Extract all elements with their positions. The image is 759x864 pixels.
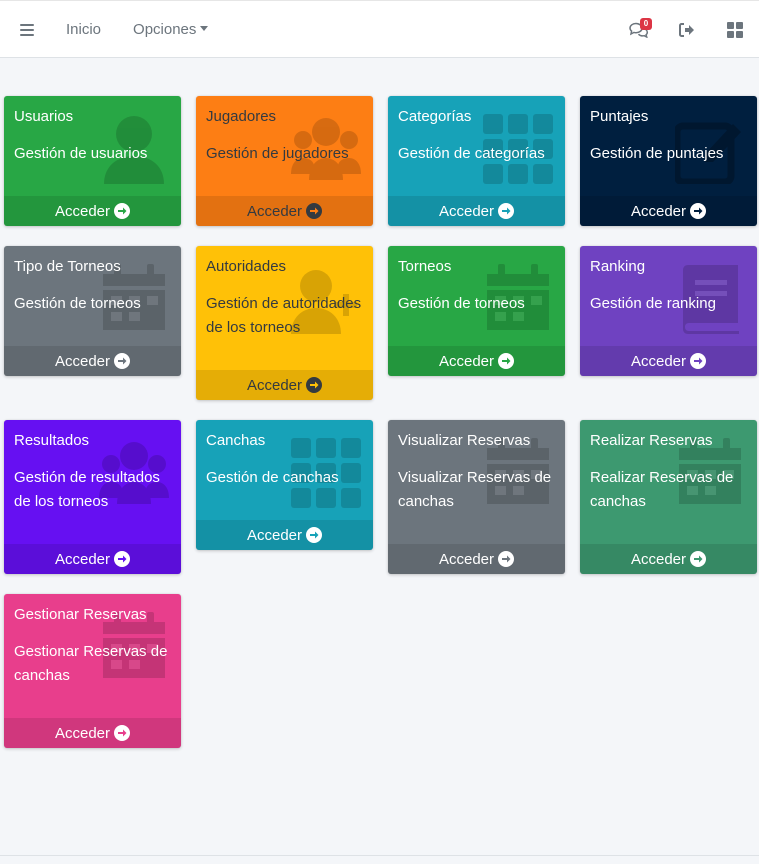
card-link-gestionar-reservas[interactable]: Acceder <box>4 718 181 748</box>
card-ranking: Ranking Gestión de ranking Acceder <box>580 246 757 376</box>
navbar-right: 0 <box>615 1 759 58</box>
arrow-circle-right-icon <box>306 203 323 219</box>
card-autoridades: Autoridades Gestión de autoridades de lo… <box>196 246 373 400</box>
card-description: Gestión de usuarios <box>14 145 148 162</box>
hamburger-icon <box>20 23 34 36</box>
apps-button[interactable] <box>711 1 759 58</box>
card-canchas: Canchas Gestión de canchas Acceder <box>196 420 373 550</box>
card-link-label: Acceder <box>54 352 111 370</box>
card-link-label: Acceder <box>246 202 303 220</box>
caret-down-icon <box>200 26 209 31</box>
card-title: Ranking <box>590 258 646 275</box>
card-link-label: Acceder <box>54 202 111 220</box>
card-link-label: Acceder <box>438 352 495 370</box>
card-description: Gestión de jugadores <box>206 145 349 162</box>
card-link-visualizar-reservas[interactable]: Acceder <box>388 544 565 574</box>
card-title: Jugadores <box>206 108 277 125</box>
card-description: Gestión de categorías <box>398 145 545 162</box>
card-tipo-de-torneos: Tipo de Torneos Gestión de torneos Acced… <box>4 246 181 376</box>
card-visualizar-reservas: Visualizar Reservas Visualizar Reservas … <box>388 420 565 574</box>
arrow-circle-right-icon <box>114 725 131 741</box>
card-resultados: Resultados Gestión de resultados de los … <box>4 420 181 574</box>
card-puntajes: Puntajes Gestión de puntajes Acceder <box>580 96 757 226</box>
card-torneos: Torneos Gestión de torneos Acceder <box>388 246 565 376</box>
card-title: Categorías <box>398 108 472 125</box>
card-description: Gestión de torneos <box>14 295 141 312</box>
navbar-left: Inicio Opciones <box>0 1 224 58</box>
card-description: Gestión de puntajes <box>590 145 724 162</box>
card-jugadores: Jugadores Gestión de jugadores Acceder <box>196 96 373 226</box>
card-description: Gestionar Reservas de canchas <box>14 643 168 684</box>
card-link-autoridades[interactable]: Acceder <box>196 370 373 400</box>
arrow-circle-right-icon <box>690 353 707 369</box>
card-description: Visualizar Reservas de canchas <box>398 469 552 510</box>
arrow-circle-right-icon <box>114 551 131 567</box>
arrow-circle-right-icon <box>498 551 515 567</box>
arrow-circle-right-icon <box>306 377 323 393</box>
card-description: Gestión de canchas <box>206 469 339 486</box>
nav-dropdown-opciones[interactable]: Opciones <box>117 1 224 58</box>
arrow-circle-right-icon <box>114 203 131 219</box>
arrow-circle-right-icon <box>114 353 131 369</box>
sidebar-toggle-button[interactable] <box>0 1 54 58</box>
card-usuarios: Usuarios Gestión de usuarios Acceder <box>4 96 181 226</box>
card-description: Gestión de autoridades de los torneos <box>206 295 362 336</box>
card-link-label: Acceder <box>438 202 495 220</box>
nav-dropdown-opciones-label: Opciones <box>133 21 197 38</box>
notification-badge: 0 <box>640 18 652 30</box>
card-link-label: Acceder <box>246 526 303 544</box>
card-description: Realizar Reservas de canchas <box>590 469 734 510</box>
card-link-torneos[interactable]: Acceder <box>388 346 565 376</box>
card-title: Torneos <box>398 258 452 275</box>
card-link-puntajes[interactable]: Acceder <box>580 196 757 226</box>
card-link-jugadores[interactable]: Acceder <box>196 196 373 226</box>
card-realizar-reservas: Realizar Reservas Realizar Reservas de c… <box>580 420 757 574</box>
card-link-label: Acceder <box>630 550 687 568</box>
card-description: Gestión de resultados de los torneos <box>14 469 160 510</box>
card-link-canchas[interactable]: Acceder <box>196 520 373 550</box>
card-description: Gestión de torneos <box>398 295 525 312</box>
card-link-label: Acceder <box>630 202 687 220</box>
card-title: Usuarios <box>14 108 74 125</box>
card-title: Canchas <box>206 432 266 449</box>
arrow-circle-right-icon <box>306 527 323 543</box>
card-title: Puntajes <box>590 108 649 125</box>
sign-out-icon <box>679 22 694 37</box>
card-link-label: Acceder <box>54 724 111 742</box>
card-title: Visualizar Reservas <box>398 432 531 449</box>
card-link-realizar-reservas[interactable]: Acceder <box>580 544 757 574</box>
card-link-label: Acceder <box>438 550 495 568</box>
arrow-circle-right-icon <box>690 203 707 219</box>
card-title: Autoridades <box>206 258 287 275</box>
card-link-tipo-de-torneos[interactable]: Acceder <box>4 346 181 376</box>
card-categorias: Categorías Gestión de categorías Acceder <box>388 96 565 226</box>
footer-divider <box>0 855 759 856</box>
card-title: Realizar Reservas <box>590 432 713 449</box>
card-link-label: Acceder <box>246 376 303 394</box>
card-title: Tipo de Torneos <box>14 258 121 275</box>
card-title: Gestionar Reservas <box>14 606 147 623</box>
card-link-label: Acceder <box>630 352 687 370</box>
arrow-circle-right-icon <box>498 353 515 369</box>
card-description: Gestión de ranking <box>590 295 716 312</box>
card-title: Resultados <box>14 432 90 449</box>
card-link-usuarios[interactable]: Acceder <box>4 196 181 226</box>
card-link-categorias[interactable]: Acceder <box>388 196 565 226</box>
nav-link-inicio[interactable]: Inicio <box>54 1 117 58</box>
top-navbar: Inicio Opciones 0 <box>0 0 759 58</box>
card-link-resultados[interactable]: Acceder <box>4 544 181 574</box>
th-large-icon <box>727 21 743 38</box>
messages-button[interactable]: 0 <box>615 1 663 58</box>
card-gestionar-reservas: Gestionar Reservas Gestionar Reservas de… <box>4 594 181 748</box>
arrow-circle-right-icon <box>498 203 515 219</box>
card-link-ranking[interactable]: Acceder <box>580 346 757 376</box>
card-link-label: Acceder <box>54 550 111 568</box>
arrow-circle-right-icon <box>690 551 707 567</box>
logout-button[interactable] <box>663 1 711 58</box>
